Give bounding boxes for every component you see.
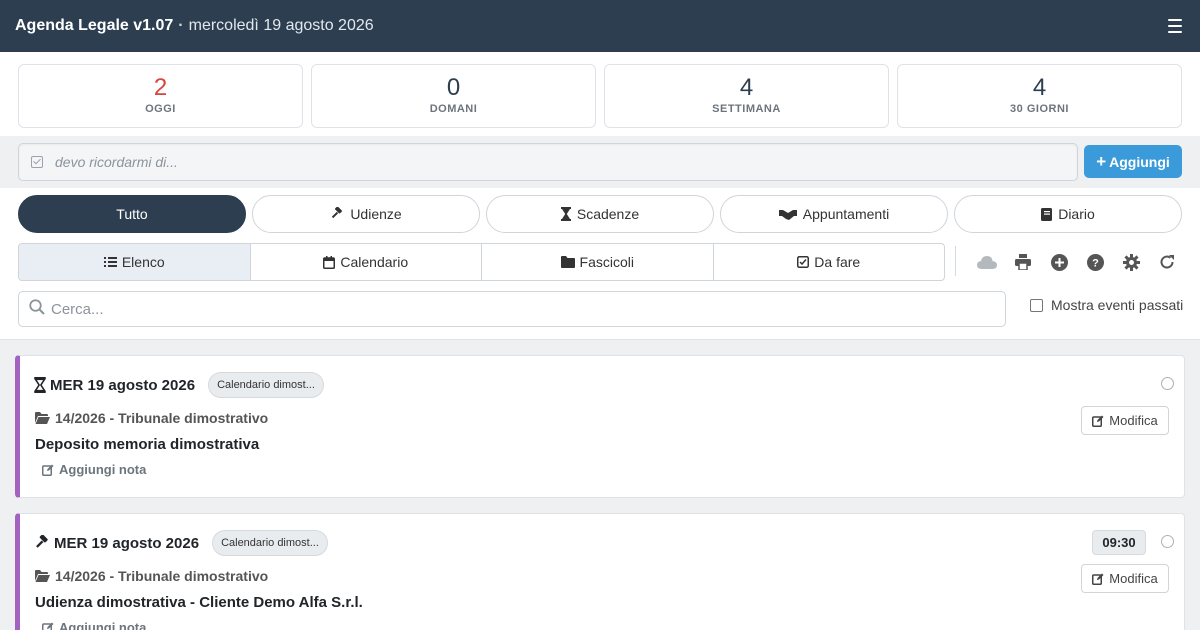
edit-icon: [42, 622, 54, 630]
view-calendario[interactable]: Calendario: [251, 244, 482, 280]
filter-appuntamenti-label: Appuntamenti: [802, 206, 890, 222]
filter-diario-label: Diario: [1058, 206, 1095, 222]
calendar-icon: [323, 255, 336, 269]
edit-button[interactable]: Modifica: [1081, 564, 1169, 593]
filter-appuntamenti[interactable]: Appuntamenti: [720, 195, 948, 233]
title-separator: ·: [178, 17, 184, 34]
app-title: Agenda Legale v1.07: [15, 17, 174, 34]
complete-radio[interactable]: [1161, 377, 1174, 390]
view-calendario-label: Calendario: [340, 254, 409, 270]
event-time-badge: 09:30: [1092, 530, 1146, 555]
stat-tomorrow-label: DOMANI: [429, 103, 478, 115]
event-case: 14/2026 - Tribunale dimostrativo: [35, 410, 268, 426]
view-da-fare[interactable]: Da fare: [714, 244, 945, 280]
event-case-label: 14/2026 - Tribunale dimostrativo: [55, 410, 269, 426]
settings-icon[interactable]: [1121, 253, 1141, 271]
quick-add-input[interactable]: devo ricordarmi di...: [18, 143, 1078, 181]
event-card[interactable]: MER 19 agosto 2026 Calendario dimost... …: [15, 513, 1185, 630]
handshake-icon: [778, 208, 797, 220]
checkbox-icon: [31, 156, 43, 168]
gavel-icon: [330, 207, 344, 221]
checkbox-icon: [797, 256, 810, 268]
stat-card-today[interactable]: 2 OGGI: [18, 64, 303, 128]
filter-tutto[interactable]: Tutto: [18, 195, 246, 233]
hourglass-icon: [34, 377, 46, 393]
filter-tutto-label: Tutto: [116, 206, 148, 222]
add-note-label: Aggiungi nota: [59, 620, 147, 630]
hourglass-icon: [560, 207, 571, 221]
calendar-tag: Calendario dimost...: [208, 372, 324, 398]
current-date: mercoledì 19 agosto 2026: [188, 17, 374, 34]
stat-30-days-label: 30 GIORNI: [1010, 103, 1069, 115]
hamburger-menu-icon[interactable]: [1168, 19, 1182, 33]
stat-30-days-value: 4: [1032, 74, 1047, 101]
event-date-row: MER 19 agosto 2026 Calendario dimost...: [34, 530, 328, 556]
filter-diario[interactable]: Diario: [954, 195, 1182, 233]
search-placeholder: Cerca...: [51, 300, 104, 318]
event-date: MER 19 agosto 2026: [54, 534, 200, 552]
filter-scadenze[interactable]: Scadenze: [486, 195, 714, 233]
show-past-label: Mostra eventi passati: [1051, 297, 1184, 313]
add-note-link[interactable]: Aggiungi nota: [42, 462, 146, 477]
folder-icon: [560, 256, 575, 268]
add-note-label: Aggiungi nota: [59, 462, 147, 477]
event-case: 14/2026 - Tribunale dimostrativo: [35, 568, 268, 584]
show-past-events[interactable]: Mostra eventi passati: [1030, 297, 1183, 313]
toolbar-divider: [955, 246, 956, 276]
add-circle-icon[interactable]: [1049, 253, 1069, 271]
gavel-icon: [34, 535, 50, 551]
event-subject: Deposito memoria dimostrativa: [35, 436, 260, 453]
stat-today-label: OGGI: [145, 103, 176, 115]
folder-open-icon: [35, 412, 50, 424]
calendar-tag: Calendario dimost...: [212, 530, 328, 556]
view-elenco-label: Elenco: [121, 254, 165, 270]
complete-radio[interactable]: [1161, 535, 1174, 548]
add-button-label: Aggiungi: [1109, 153, 1170, 170]
show-past-checkbox[interactable]: [1030, 298, 1043, 312]
stat-card-week[interactable]: 4 SETTIMANA: [604, 64, 889, 128]
cloud-icon[interactable]: [977, 253, 997, 271]
filter-udienze[interactable]: Udienze: [252, 195, 480, 233]
stat-card-30-days[interactable]: 4 30 GIORNI: [897, 64, 1182, 128]
stat-card-tomorrow[interactable]: 0 DOMANI: [311, 64, 596, 128]
filter-udienze-label: Udienze: [350, 206, 402, 222]
view-fascicoli-label: Fascicoli: [579, 254, 634, 270]
search-input[interactable]: Cerca...: [18, 291, 1006, 327]
refresh-icon[interactable]: [1157, 253, 1177, 271]
filter-scadenze-label: Scadenze: [576, 206, 640, 222]
quick-add-placeholder: devo ricordarmi di...: [55, 154, 178, 170]
plus-icon: +: [1096, 151, 1107, 171]
print-icon[interactable]: [1013, 253, 1033, 271]
edit-button-label: Modifica: [1109, 413, 1158, 428]
folder-open-icon: [35, 570, 50, 582]
help-icon[interactable]: ?: [1085, 253, 1105, 271]
add-button[interactable]: + Aggiungi: [1084, 145, 1182, 178]
event-date: MER 19 agosto 2026: [50, 376, 196, 394]
top-navbar: Agenda Legale v1.07 · mercoledì 19 agost…: [0, 0, 1200, 52]
stat-tomorrow-value: 0: [446, 74, 461, 101]
edit-icon: [1092, 573, 1104, 585]
add-note-link[interactable]: Aggiungi nota: [42, 620, 146, 630]
event-subject: Udienza dimostrativa - Cliente Demo Alfa…: [35, 594, 363, 611]
view-fascicoli[interactable]: Fascicoli: [482, 244, 714, 280]
search-icon: [29, 298, 45, 320]
stat-today-value: 2: [153, 74, 168, 101]
event-date-row: MER 19 agosto 2026 Calendario dimost...: [34, 372, 324, 398]
event-card[interactable]: MER 19 agosto 2026 Calendario dimost... …: [15, 355, 1185, 498]
edit-button[interactable]: Modifica: [1081, 406, 1169, 435]
view-switcher: Elenco Calendario Fascicoli Da fare: [18, 243, 945, 281]
edit-button-label: Modifica: [1109, 571, 1158, 586]
stat-week-value: 4: [739, 74, 754, 101]
event-case-label: 14/2026 - Tribunale dimostrativo: [55, 568, 269, 584]
list-icon: [103, 256, 117, 268]
view-da-fare-label: Da fare: [814, 254, 861, 270]
stat-week-label: SETTIMANA: [712, 103, 781, 115]
svg-text:?: ?: [1092, 257, 1099, 269]
edit-icon: [42, 464, 54, 476]
book-icon: [1041, 207, 1053, 221]
edit-icon: [1092, 415, 1104, 427]
view-elenco[interactable]: Elenco: [19, 244, 251, 280]
